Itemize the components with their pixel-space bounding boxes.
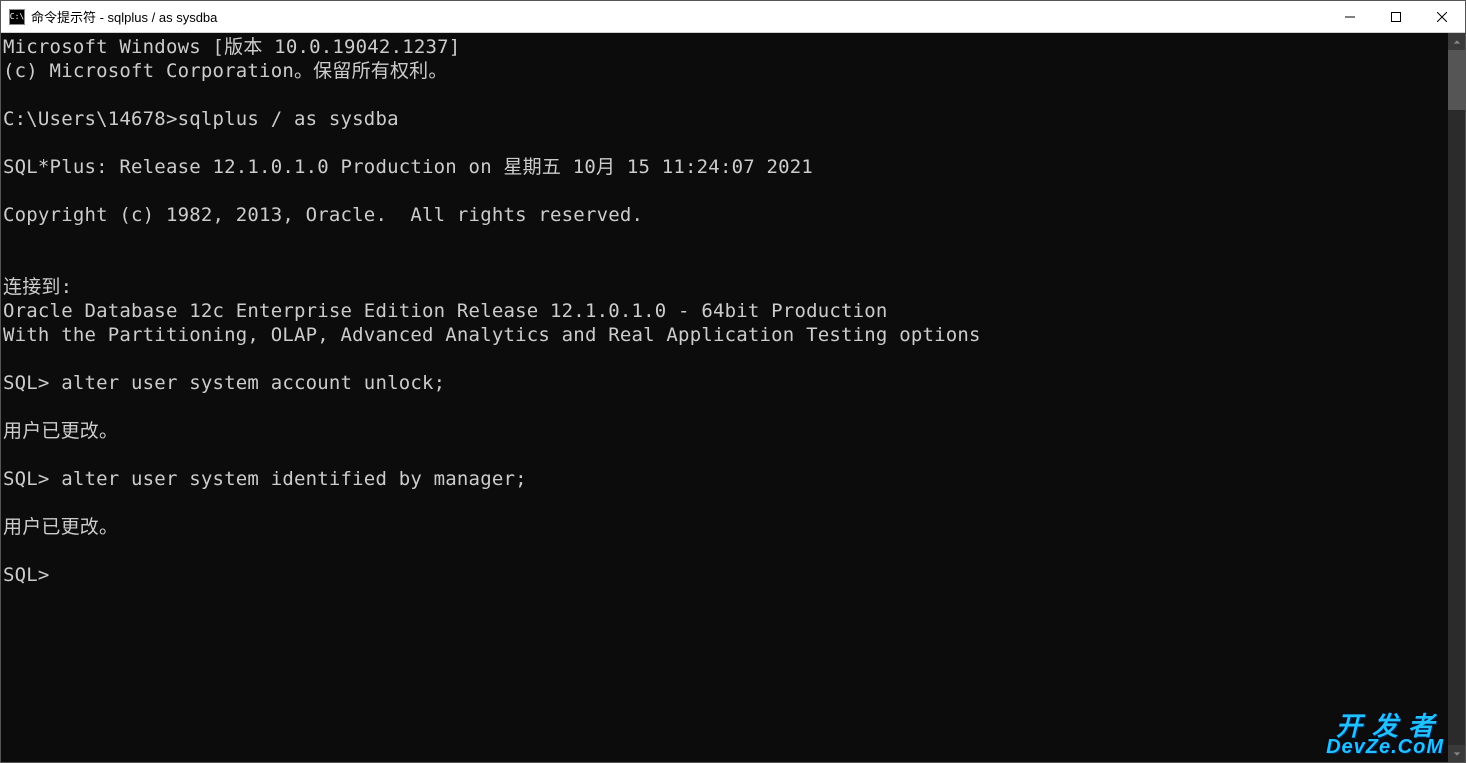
scroll-down-button[interactable] [1448, 745, 1465, 762]
window-controls [1327, 1, 1465, 32]
minimize-icon [1345, 12, 1355, 22]
command-prompt-window: C:\ 命令提示符 - sqlplus / as sysdba Microsof… [0, 0, 1466, 763]
chevron-down-icon [1453, 750, 1461, 758]
close-button[interactable] [1419, 1, 1465, 32]
scroll-up-button[interactable] [1448, 33, 1465, 50]
chevron-up-icon [1453, 38, 1461, 46]
titlebar[interactable]: C:\ 命令提示符 - sqlplus / as sysdba [1, 1, 1465, 33]
maximize-icon [1391, 12, 1401, 22]
close-icon [1437, 12, 1447, 22]
maximize-button[interactable] [1373, 1, 1419, 32]
vertical-scrollbar[interactable] [1448, 33, 1465, 762]
window-title: 命令提示符 - sqlplus / as sysdba [31, 7, 217, 26]
minimize-button[interactable] [1327, 1, 1373, 32]
terminal-output[interactable]: Microsoft Windows [版本 10.0.19042.1237] (… [1, 33, 1448, 762]
scroll-track[interactable] [1448, 50, 1465, 745]
client-area: Microsoft Windows [版本 10.0.19042.1237] (… [1, 33, 1465, 762]
scroll-thumb[interactable] [1448, 50, 1465, 110]
cmd-icon: C:\ [9, 9, 25, 25]
